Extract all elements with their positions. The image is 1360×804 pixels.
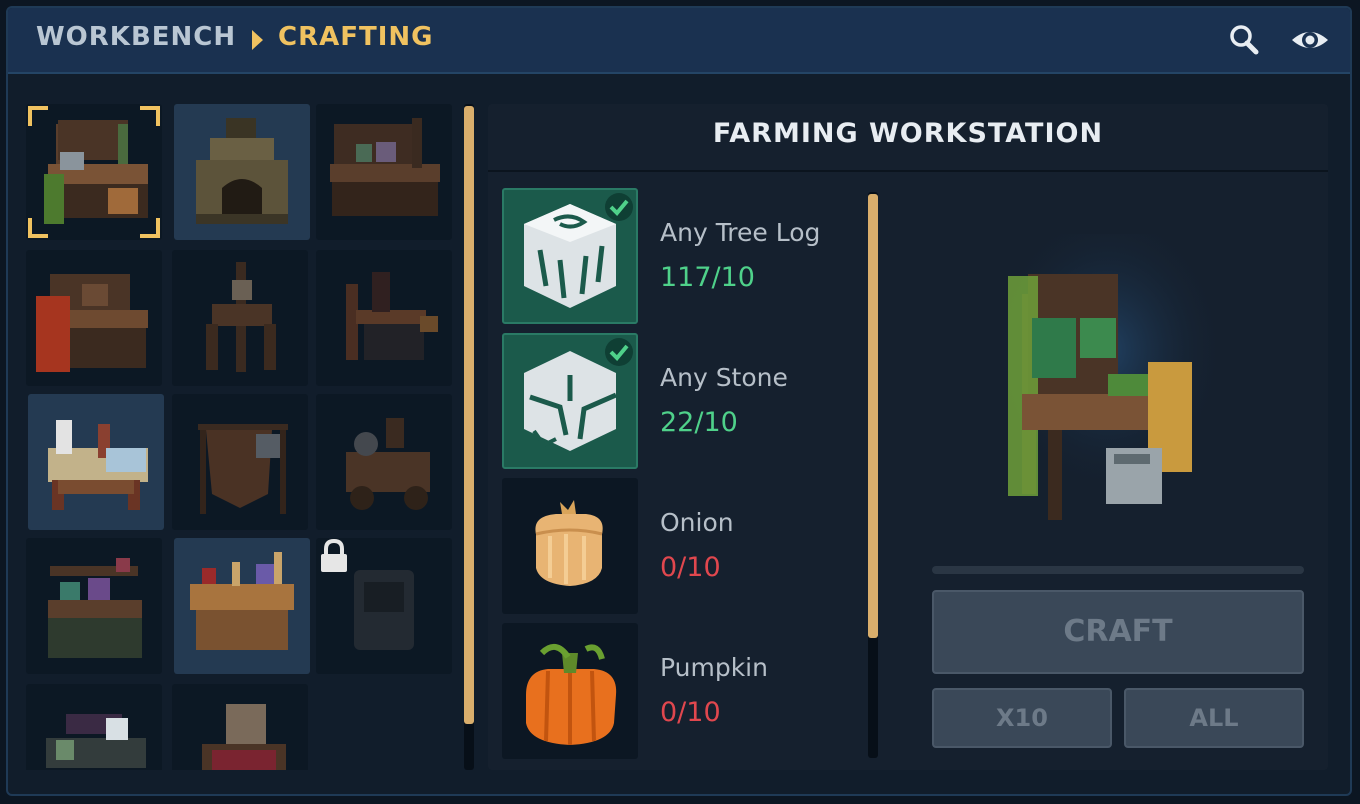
- ingredient-count: 117/10: [660, 262, 755, 293]
- station-farming-workstation[interactable]: [26, 104, 162, 240]
- ingredient-row[interactable]: Pumpkin 0/10: [502, 623, 862, 759]
- breadcrumb-workbench[interactable]: WORKBENCH: [36, 22, 236, 52]
- ingredient-name: Any Tree Log: [660, 218, 821, 247]
- check-icon: [605, 338, 633, 366]
- recipe-title: FARMING WORKSTATION: [712, 118, 1104, 149]
- check-icon: [605, 193, 633, 221]
- header-bar: WORKBENCH CRAFTING: [8, 8, 1350, 74]
- station-forge-workstation[interactable]: [316, 250, 452, 386]
- pumpkin-icon: [502, 623, 638, 759]
- station-carpentry-workstation[interactable]: [174, 538, 310, 674]
- breadcrumb-arrow-icon: [252, 30, 263, 50]
- station-tailoring-workstation[interactable]: [26, 250, 162, 386]
- ingredient-count: 0/10: [660, 552, 721, 583]
- tree-log-icon: [502, 188, 638, 324]
- stone-icon: [502, 333, 638, 469]
- ingredients-scrollbar-thumb[interactable]: [868, 194, 878, 638]
- ingredient-row[interactable]: Any Tree Log 117/10: [502, 188, 862, 324]
- grid-scrollbar-thumb[interactable]: [464, 106, 474, 724]
- search-icon[interactable]: [1226, 22, 1262, 58]
- station-jeweler-workstation[interactable]: [26, 684, 162, 770]
- ingredient-name: Onion: [660, 508, 734, 537]
- selection-corner: [140, 106, 160, 126]
- ingredient-count: 22/10: [660, 407, 738, 438]
- ingredient-row[interactable]: Any Stone 22/10: [502, 333, 862, 469]
- lock-icon: [321, 538, 347, 572]
- ingredient-name: Any Stone: [660, 363, 788, 392]
- ingredient-name: Pumpkin: [660, 653, 768, 682]
- station-locked-workstation[interactable]: [316, 538, 452, 674]
- station-tinker-cart[interactable]: [316, 394, 452, 530]
- station-dye-workstation[interactable]: [26, 538, 162, 674]
- craft-button[interactable]: CRAFT: [932, 590, 1304, 674]
- ingredient-count: 0/10: [660, 697, 721, 728]
- selection-corner: [28, 218, 48, 238]
- eye-icon[interactable]: [1290, 22, 1328, 58]
- station-stone-oven[interactable]: [174, 104, 310, 240]
- craft-progress-bar: [932, 566, 1304, 574]
- station-saddle-stand[interactable]: [172, 250, 308, 386]
- ingredient-row[interactable]: Onion 0/10: [502, 478, 862, 614]
- station-hide-rack[interactable]: [172, 394, 308, 530]
- selection-corner: [28, 106, 48, 126]
- crafting-window: WORKBENCH CRAFTING FARMING WORKSTATION A…: [6, 6, 1352, 796]
- craft-all-button[interactable]: ALL: [1124, 688, 1304, 748]
- divider: [488, 170, 1328, 172]
- selection-corner: [140, 218, 160, 238]
- breadcrumb-crafting: CRAFTING: [278, 22, 434, 52]
- workstation-grid: [26, 104, 456, 770]
- station-loom-workstation[interactable]: [28, 394, 164, 530]
- farming-workstation-preview: [988, 234, 1228, 524]
- station-bed-station[interactable]: [172, 684, 308, 770]
- recipe-panel: FARMING WORKSTATION Any Tree Log 117/10: [488, 104, 1328, 770]
- craft-x10-button[interactable]: X10: [932, 688, 1112, 748]
- onion-icon: [502, 478, 638, 614]
- station-alchemy-workstation[interactable]: [316, 104, 452, 240]
